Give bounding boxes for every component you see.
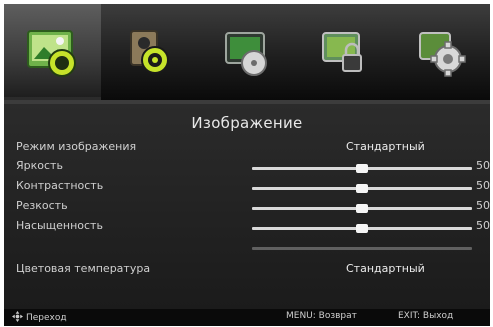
disabled-slider (252, 247, 472, 250)
saturation-label: Насыщенность (16, 219, 103, 232)
brightness-value: 50 (476, 159, 490, 172)
sharpness-slider-knob[interactable] (356, 204, 368, 213)
tab-channel[interactable] (198, 4, 295, 100)
picture-mode-row[interactable]: Режим изображения Стандартный (16, 140, 486, 158)
tab-list (4, 4, 490, 100)
brightness-row[interactable]: Яркость 50 (16, 159, 490, 177)
exit-hint: EXIT: Выход (398, 311, 454, 321)
saturation-value: 50 (476, 219, 490, 232)
brightness-slider-knob[interactable] (356, 164, 368, 173)
tab-picture[interactable] (4, 4, 102, 100)
nav-hint: Переход (12, 311, 67, 323)
picture-menu-panel: Изображение Режим изображения Стандартны… (4, 104, 490, 309)
menu-hint: MENU: Возврат (286, 311, 357, 321)
color-temp-label: Цветовая температура (16, 262, 151, 275)
sound-icon (129, 30, 169, 74)
color-temp-value: Стандартный (346, 262, 425, 275)
contrast-slider[interactable] (252, 184, 472, 193)
tv-osd-menu: Изображение Режим изображения Стандартны… (4, 4, 490, 326)
sharpness-label: Резкость (16, 199, 68, 212)
lock-icon (322, 32, 363, 72)
saturation-row[interactable]: Насыщенность 50 (16, 219, 490, 237)
sharpness-row[interactable]: Резкость 50 (16, 199, 490, 217)
picture-icon (26, 30, 76, 77)
tab-sound[interactable] (101, 4, 198, 100)
contrast-slider-knob[interactable] (356, 184, 368, 193)
saturation-slider-knob[interactable] (356, 224, 368, 233)
dpad-icon (12, 311, 23, 322)
disabled-slider-row (16, 239, 486, 257)
contrast-value: 50 (476, 179, 490, 192)
color-temp-row[interactable]: Цветовая температура Стандартный (16, 262, 486, 280)
settings-gear-icon (419, 32, 467, 77)
picture-mode-label: Режим изображения (16, 140, 137, 153)
contrast-label: Контрастность (16, 179, 104, 192)
contrast-row[interactable]: Контрастность 50 (16, 179, 490, 197)
tab-settings[interactable] (393, 4, 490, 100)
picture-mode-value: Стандартный (346, 140, 425, 153)
brightness-slider[interactable] (252, 164, 472, 173)
tab-lock[interactable] (296, 4, 393, 100)
brightness-label: Яркость (16, 159, 63, 172)
sharpness-value: 50 (476, 199, 490, 212)
saturation-slider[interactable] (252, 224, 472, 233)
sharpness-slider[interactable] (252, 204, 472, 213)
menu-title: Изображение (191, 114, 303, 132)
channel-icon (225, 32, 267, 76)
footer-hints: Переход MENU: Возврат EXIT: Выход (4, 309, 490, 326)
nav-hint-text: Переход (26, 313, 67, 323)
